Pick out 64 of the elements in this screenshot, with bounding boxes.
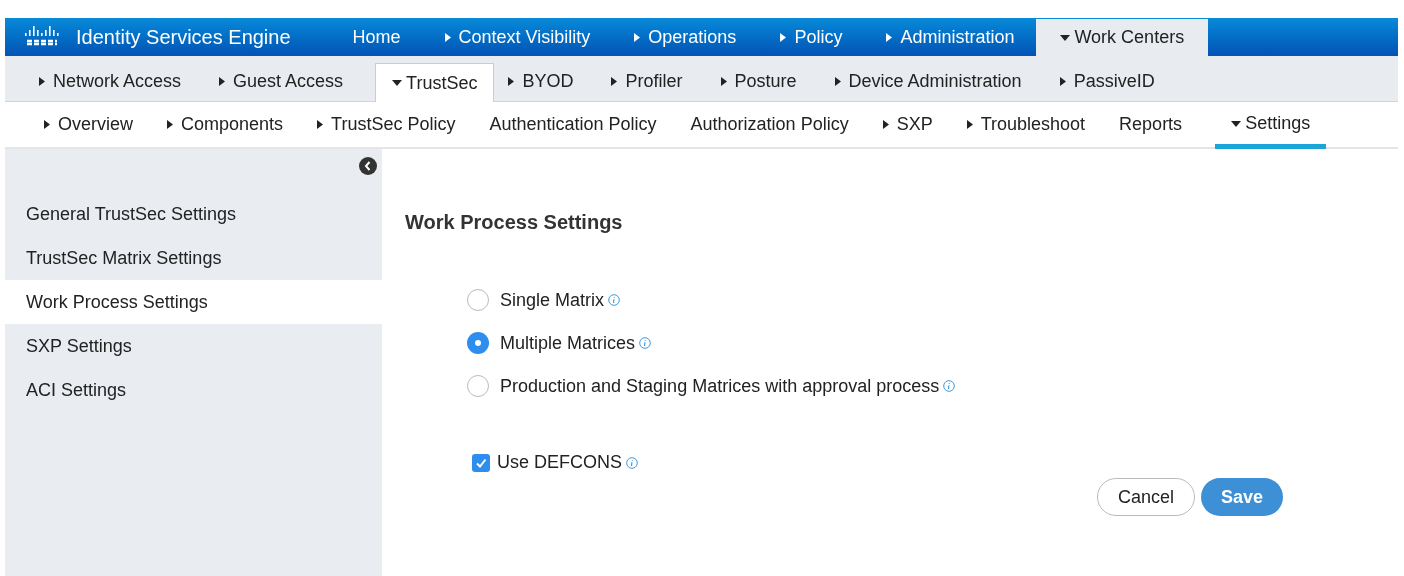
radio-button[interactable] [467, 289, 489, 311]
menu-tab[interactable]: TrustSec Policy [316, 101, 457, 147]
caret-right-icon [444, 33, 451, 42]
radio-button[interactable] [467, 375, 489, 397]
top-nav-tab[interactable]: Work Centers [1036, 19, 1209, 56]
caret-right-icon [834, 77, 841, 86]
page-title: Work Process Settings [405, 210, 624, 235]
caret-right-icon [1059, 77, 1066, 86]
sidebar-item[interactable]: Work Process Settings [5, 280, 382, 324]
menu-tab[interactable]: Reports [1118, 101, 1184, 147]
menu-tab[interactable]: Authentication Policy [488, 101, 658, 147]
caret-right-icon [167, 119, 173, 129]
menu-tab[interactable]: Components [166, 101, 285, 147]
top-nav-tab[interactable]: Administration [864, 19, 1037, 56]
caret-right-icon [886, 33, 893, 42]
caret-right-icon [317, 119, 324, 129]
sidebar-item[interactable]: TrustSec Matrix Settings [5, 236, 382, 280]
caret-down-icon [1060, 34, 1071, 41]
section-tab[interactable]: Guest Access [213, 62, 350, 101]
checkbox-label: Use DEFCONS [497, 451, 622, 474]
menu-tab[interactable]: Troubleshoot [965, 101, 1087, 147]
caret-right-icon [634, 33, 641, 42]
caret-right-icon [44, 119, 50, 129]
cancel-button[interactable]: Cancel [1096, 478, 1195, 516]
caret-down-icon [392, 80, 403, 86]
caret-right-icon [780, 33, 787, 42]
caret-right-icon [882, 119, 889, 129]
section-tab[interactable]: Device Administration [828, 62, 1028, 101]
radio-label: Multiple Matrices [500, 331, 636, 355]
section-tab[interactable]: Profiler [605, 62, 689, 101]
section-tab[interactable]: TrustSec [375, 63, 495, 102]
caret-right-icon [966, 119, 973, 129]
product-title: Identity Services Engine [76, 25, 291, 50]
section-tab[interactable]: Posture [714, 62, 803, 101]
menu-tab[interactable]: SXP [881, 101, 934, 147]
collapse-icon[interactable] [359, 157, 377, 175]
sidebar-item[interactable]: SXP Settings [5, 324, 382, 368]
sidebar-item[interactable]: General TrustSec Settings [5, 192, 382, 236]
menu-tab[interactable]: Overview [43, 101, 134, 147]
top-nav-tab[interactable]: Operations [612, 19, 759, 56]
info-icon [639, 337, 652, 349]
section-tab[interactable]: Network Access [33, 62, 188, 101]
caret-right-icon [720, 77, 727, 86]
check-icon [475, 456, 487, 469]
top-nav-tab[interactable]: Context Visibility [422, 19, 613, 56]
info-icon [626, 456, 638, 469]
radio-label: Production and Staging Matrices with approval process [500, 374, 940, 398]
caret-down-icon [1231, 120, 1242, 127]
menu-tab[interactable]: Authorization Policy [689, 101, 850, 147]
caret-right-icon [39, 77, 45, 86]
info-icon [943, 380, 956, 392]
caret-right-icon [219, 77, 226, 86]
radio-label: Single Matrix [500, 288, 605, 312]
checkbox[interactable] [472, 453, 490, 472]
section-tab[interactable]: BYOD [502, 62, 580, 101]
radio-button[interactable] [467, 332, 489, 354]
info-icon [608, 294, 621, 306]
top-nav-tab[interactable]: Home [330, 19, 423, 56]
caret-right-icon [508, 77, 515, 86]
caret-right-icon [611, 77, 618, 86]
section-tab[interactable]: PassiveID [1053, 62, 1161, 101]
sidebar-item[interactable]: ACI Settings [5, 368, 382, 412]
menu-tab[interactable]: Settings [1215, 103, 1327, 149]
top-nav-tab[interactable]: Policy [758, 19, 865, 56]
